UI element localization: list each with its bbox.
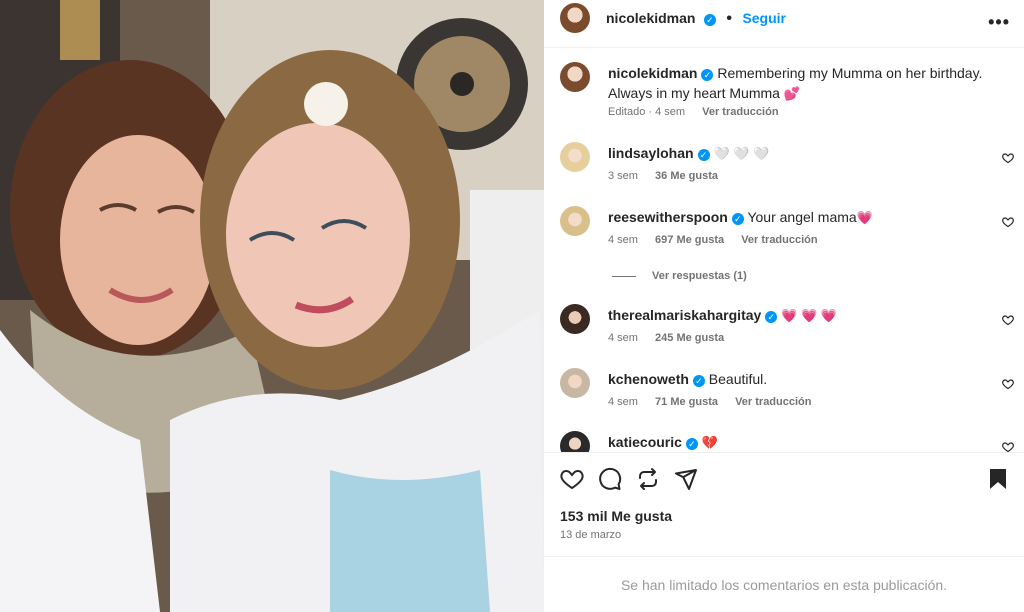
view-replies-button[interactable]: Ver respuestas (1) — [612, 270, 747, 282]
comment-likes[interactable]: 71 Me gusta — [655, 396, 718, 408]
bookmark-icon[interactable] — [986, 467, 1010, 491]
caption-avatar[interactable] — [560, 62, 590, 92]
comment-likes[interactable]: 245 Me gusta — [655, 332, 724, 344]
comment-text: Beautiful. — [708, 371, 768, 387]
post-side-panel: nicolekidman ✓ • Seguir ••• nicolekidman… — [544, 0, 1024, 612]
comment-likes[interactable]: 36 Me gusta — [655, 170, 718, 182]
comment-item: therealmariskahargitay ✓ 💗 💗 💗 4 sem 245 … — [544, 304, 1024, 354]
comment-text-block: lindsaylohan ✓ 🤍 🤍 🤍 — [608, 143, 984, 164]
verified-badge-icon: ✓ — [765, 311, 778, 323]
pink-heart-emoji: 💗 — [856, 210, 873, 225]
comment-meta: 4 sem 697 Me gusta Ver traducción — [608, 234, 818, 246]
comment-translate-link[interactable]: Ver traducción — [735, 396, 811, 408]
caption-meta: Editado · 4 sem Ver traducción — [608, 106, 779, 118]
comments-limited-notice: Se han limitado los comentarios en esta … — [544, 556, 1024, 612]
comment-text-block: reesewitherspoon ✓ Your angel mama💗 — [608, 207, 984, 228]
replies-divider — [612, 275, 636, 277]
comment-username[interactable]: reesewitherspoon — [608, 209, 728, 225]
caption: nicolekidman ✓ Remembering my Mumma on he… — [544, 62, 1024, 126]
comment-item: reesewitherspoon ✓ Your angel mama💗 4 sem… — [544, 206, 1024, 256]
comment-like-heart-icon[interactable] — [1002, 378, 1014, 390]
comment-like-heart-icon[interactable] — [1002, 314, 1014, 326]
verified-badge-icon: ✓ — [692, 375, 705, 387]
send-icon[interactable] — [674, 467, 698, 491]
author-line: nicolekidman ✓ • Seguir — [606, 10, 786, 28]
post-photo[interactable] — [0, 0, 544, 612]
broken-heart-emoji: 💔 — [701, 435, 719, 450]
comment-item: katiecouric ✓ 💔 — [544, 431, 1024, 452]
separator-dot: • — [726, 10, 732, 27]
comment-time: 3 sem — [608, 170, 638, 182]
comment-text: Your angel mama — [747, 209, 857, 225]
comment-item: kchenoweth ✓ Beautiful. 4 sem 71 Me gusta… — [544, 368, 1024, 418]
verified-badge-icon: ✓ — [731, 213, 744, 225]
caption-time: 4 sem — [655, 106, 686, 118]
caption-username[interactable]: nicolekidman — [608, 65, 697, 81]
verified-badge-icon: ✓ — [685, 438, 698, 450]
comment-translate-link[interactable]: Ver traducción — [741, 234, 817, 246]
comment-time: 4 sem — [608, 332, 638, 344]
comment-meta: 4 sem 245 Me gusta — [608, 332, 724, 344]
caption-text-block: nicolekidman ✓ Remembering my Mumma on he… — [608, 63, 984, 104]
post-likes-count[interactable]: 153 mil Me gusta — [560, 508, 672, 524]
comment-avatar[interactable] — [560, 431, 590, 452]
caption-translate-link[interactable]: Ver traducción — [702, 106, 778, 118]
follow-button[interactable]: Seguir — [742, 10, 786, 26]
comment-text-block: kchenoweth ✓ Beautiful. — [608, 369, 984, 389]
comment-avatar[interactable] — [560, 206, 590, 236]
verified-badge-icon: ✓ — [697, 149, 710, 161]
comment-like-heart-icon[interactable] — [1002, 152, 1014, 164]
two-hearts-emoji: 💕 — [783, 86, 801, 101]
comment-item: lindsaylohan ✓ 🤍 🤍 🤍 3 sem 36 Me gusta — [544, 142, 1024, 192]
verified-badge-icon: ✓ — [703, 14, 716, 26]
comment-like-heart-icon[interactable] — [1002, 441, 1014, 452]
post-header: nicolekidman ✓ • Seguir ••• — [544, 0, 1024, 48]
heart-icon[interactable] — [560, 467, 584, 491]
comment-meta: 4 sem 71 Me gusta Ver traducción — [608, 396, 811, 408]
photo-illustration — [0, 0, 544, 612]
comment-username[interactable]: kchenoweth — [608, 371, 689, 387]
comment-icon[interactable] — [598, 467, 622, 491]
white-hearts-emoji: 🤍 🤍 🤍 — [713, 146, 770, 161]
comment-time: 4 sem — [608, 396, 638, 408]
author-avatar[interactable] — [560, 3, 590, 33]
verified-badge-icon: ✓ — [701, 69, 714, 81]
repost-icon[interactable] — [636, 467, 660, 491]
comment-text-block: therealmariskahargitay ✓ 💗 💗 💗 — [608, 305, 984, 326]
comment-username[interactable]: lindsaylohan — [608, 145, 694, 161]
comment-avatar[interactable] — [560, 304, 590, 334]
more-options-icon[interactable]: ••• — [988, 12, 1010, 33]
view-replies-label: Ver respuestas (1) — [652, 270, 747, 282]
comment-username[interactable]: katiecouric — [608, 434, 682, 450]
comment-likes[interactable]: 697 Me gusta — [655, 234, 724, 246]
comment-avatar[interactable] — [560, 142, 590, 172]
comment-time: 4 sem — [608, 234, 638, 246]
comments-list[interactable]: nicolekidman ✓ Remembering my Mumma on he… — [544, 48, 1024, 452]
pink-hearts-emoji: 💗 💗 💗 — [781, 308, 837, 323]
author-username[interactable]: nicolekidman — [606, 10, 695, 26]
comment-username[interactable]: therealmariskahargitay — [608, 307, 761, 323]
comment-avatar[interactable] — [560, 368, 590, 398]
post-date[interactable]: 13 de marzo — [560, 529, 621, 541]
caption-edited: Editado — [608, 106, 646, 118]
post-actions: 153 mil Me gusta 13 de marzo — [544, 452, 1024, 556]
comment-meta: 3 sem 36 Me gusta — [608, 170, 718, 182]
comment-text-block: katiecouric ✓ 💔 — [608, 432, 984, 452]
comment-like-heart-icon[interactable] — [1002, 216, 1014, 228]
